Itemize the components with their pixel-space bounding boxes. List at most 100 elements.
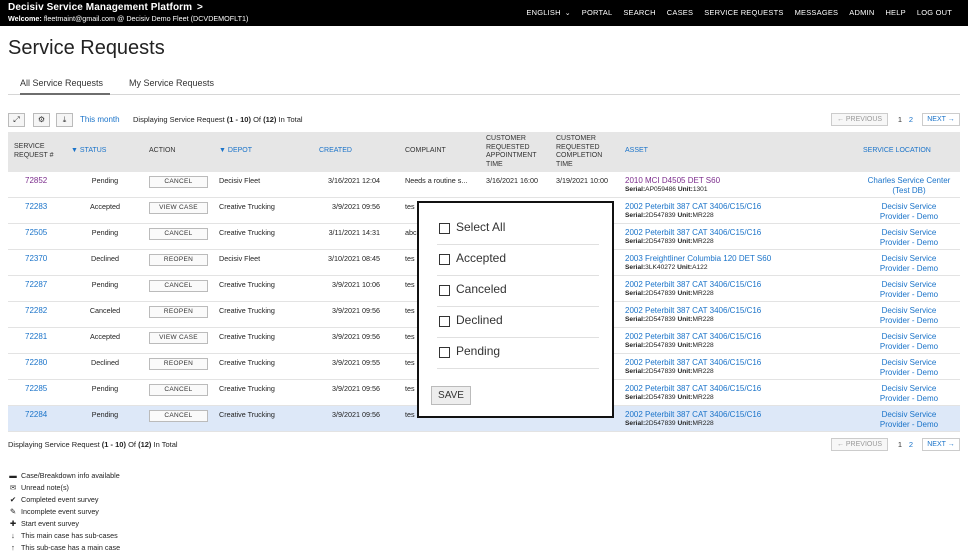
service-location-link[interactable]: Decisiv Service Provider - Demo [853,410,965,430]
service-location-link[interactable]: Charles Service Center (Test DB) [853,176,965,196]
next-button[interactable]: NEXT → [922,438,960,451]
gear-icon[interactable]: ⚙ [33,113,50,127]
checkbox[interactable] [439,347,450,358]
sr-number-link[interactable]: 72281 [25,332,47,341]
row-action-button[interactable]: REOPEN [149,306,208,318]
checkbox[interactable] [439,316,450,327]
checkbox[interactable] [439,254,450,265]
col-depot[interactable]: ▼ DEPOT [219,147,252,156]
asset-link[interactable]: 2002 Peterbilt 387 CAT 3406/C15/C16 [625,202,761,211]
service-location-link[interactable]: Decisiv Service Provider - Demo [853,254,965,274]
service-location-link[interactable]: Decisiv Service Provider - Demo [853,306,965,326]
next-button[interactable]: NEXT → [922,113,960,126]
tab-my-service-requests[interactable]: My Service Requests [129,78,214,95]
nav-service-requests[interactable]: SERVICE REQUESTS [704,8,783,17]
asset-serial: Serial:2D547839 Unit:MR228 [625,368,714,375]
filter-option-canceled[interactable]: Canceled [437,276,599,307]
nav-help[interactable]: HELP [885,8,905,17]
nav-logout[interactable]: LOG OUT [917,8,952,17]
service-location-link[interactable]: Decisiv Service Provider - Demo [853,384,965,404]
asset-link[interactable]: 2002 Peterbilt 387 CAT 3406/C15/C16 [625,384,761,393]
nav-messages[interactable]: MESSAGES [795,8,839,17]
sr-number-link[interactable]: 72285 [25,384,47,393]
page-2-link[interactable]: 2 [909,115,913,124]
status-text: Pending [91,410,119,419]
chevron-right-icon[interactable]: > [197,2,203,13]
welcome-line: Welcome: fleetmaint@gmail.com @ Decisiv … [8,14,248,23]
depot-text: Decisiv Fleet [219,176,261,185]
sr-number-link[interactable]: 72505 [25,228,47,237]
sr-number-link[interactable]: 72287 [25,280,47,289]
asset-serial: Serial:AP059486 Unit:1301 [625,186,708,193]
asset-link[interactable]: 2002 Peterbilt 387 CAT 3406/C15/C16 [625,280,761,289]
row-action-button[interactable]: VIEW CASE [149,202,208,214]
filter-icon[interactable]: ▼ [71,147,78,154]
asset-link[interactable]: 2002 Peterbilt 387 CAT 3406/C15/C16 [625,410,761,419]
brand-title[interactable]: Decisiv Service Management Platform > [8,2,203,13]
service-location-link[interactable]: Decisiv Service Provider - Demo [853,332,965,352]
sr-number-link[interactable]: 72282 [25,306,47,315]
page-2-link[interactable]: 2 [909,440,913,449]
asset-link[interactable]: 2002 Peterbilt 387 CAT 3406/C15/C16 [625,332,761,341]
nav-admin[interactable]: ADMIN [849,8,874,17]
asset-link[interactable]: 2003 Freightliner Columbia 120 DET S60 [625,254,771,263]
sr-number-link[interactable]: 72283 [25,202,47,211]
tab-all-service-requests[interactable]: All Service Requests [20,78,110,95]
created-text: 3/10/2021 08:45 [328,254,380,263]
col-appointment-time: CUSTOMER REQUESTED APPOINTMENT TIME [486,135,537,168]
service-location-link[interactable]: Decisiv Service Provider - Demo [853,228,965,248]
service-location-link[interactable]: Decisiv Service Provider - Demo [853,202,965,222]
sr-number-link[interactable]: 72370 [25,254,47,263]
download-icon[interactable]: ⤓ [56,113,73,127]
table-header: SERVICE REQUEST # ▼ STATUS ACTION ▼ DEPO… [8,132,960,172]
asset-serial: Serial:2D547839 Unit:MR228 [625,238,714,245]
row-action-button[interactable]: CANCEL [149,280,208,292]
displaying-count-bottom: Displaying Service Request (1 - 10) Of (… [8,440,178,449]
check-circle-icon: ✔ [9,495,17,504]
nav-portal[interactable]: PORTAL [582,8,613,17]
brand-name[interactable]: Decisiv Service Management Platform [8,2,192,13]
expand-icon[interactable]: ⤢ [8,113,25,127]
save-button[interactable]: SAVE [431,386,471,405]
row-action-button[interactable]: REOPEN [149,358,208,370]
page-title: Service Requests [8,37,165,59]
col-asset[interactable]: ASSET [625,147,648,156]
nav-cases[interactable]: CASES [667,8,693,17]
checkbox[interactable] [439,223,450,234]
asset-link[interactable]: 2010 MCI D4505 DET S60 [625,176,720,185]
filter-option-pending[interactable]: Pending [437,338,599,369]
asset-link[interactable]: 2002 Peterbilt 387 CAT 3406/C15/C16 [625,228,761,237]
row-action-button[interactable]: CANCEL [149,228,208,240]
nav-language[interactable]: ENGLISH ⌄ [515,8,570,17]
checkbox[interactable] [439,285,450,296]
filter-option-accepted[interactable]: Accepted [437,245,599,276]
asset-serial: Serial:2D547839 Unit:MR228 [625,290,714,297]
table-row[interactable]: 72852 Pending CANCEL Decisiv Fleet 3/16/2021… [8,172,960,198]
chevron-down-icon[interactable]: ⌄ [565,10,571,17]
nav-search[interactable]: SEARCH [623,8,655,17]
service-location-link[interactable]: Decisiv Service Provider - Demo [853,280,965,300]
filter-icon[interactable]: ▼ [219,147,226,154]
asset-link[interactable]: 2002 Peterbilt 387 CAT 3406/C15/C16 [625,306,761,315]
sr-number-link[interactable]: 72280 [25,358,47,367]
row-action-button[interactable]: CANCEL [149,176,208,188]
sr-number-link[interactable]: 72852 [25,176,47,185]
this-month-link[interactable]: This month [80,115,120,124]
row-action-button[interactable]: REOPEN [149,254,208,266]
complaint-text: tes [405,306,415,315]
envelope-icon: ✉ [9,483,17,492]
row-action-button[interactable]: VIEW CASE [149,332,208,344]
row-action-button[interactable]: CANCEL [149,410,208,422]
row-action-button[interactable]: CANCEL [149,384,208,396]
service-location-link[interactable]: Decisiv Service Provider - Demo [853,358,965,378]
complaint-text: tes [405,254,415,263]
col-service-location[interactable]: SERVICE LOCATION [863,147,931,156]
asset-link[interactable]: 2002 Peterbilt 387 CAT 3406/C15/C16 [625,358,761,367]
col-created[interactable]: CREATED [319,147,352,156]
filter-option-select-all[interactable]: Select All [437,214,599,245]
col-sr-number[interactable]: SERVICE REQUEST # [14,143,62,160]
filter-option-declined[interactable]: Declined [437,307,599,338]
col-status[interactable]: ▼ STATUS [71,147,106,156]
displaying-count: Displaying Service Request (1 - 10) Of (… [133,115,303,124]
sr-number-link[interactable]: 72284 [25,410,47,419]
